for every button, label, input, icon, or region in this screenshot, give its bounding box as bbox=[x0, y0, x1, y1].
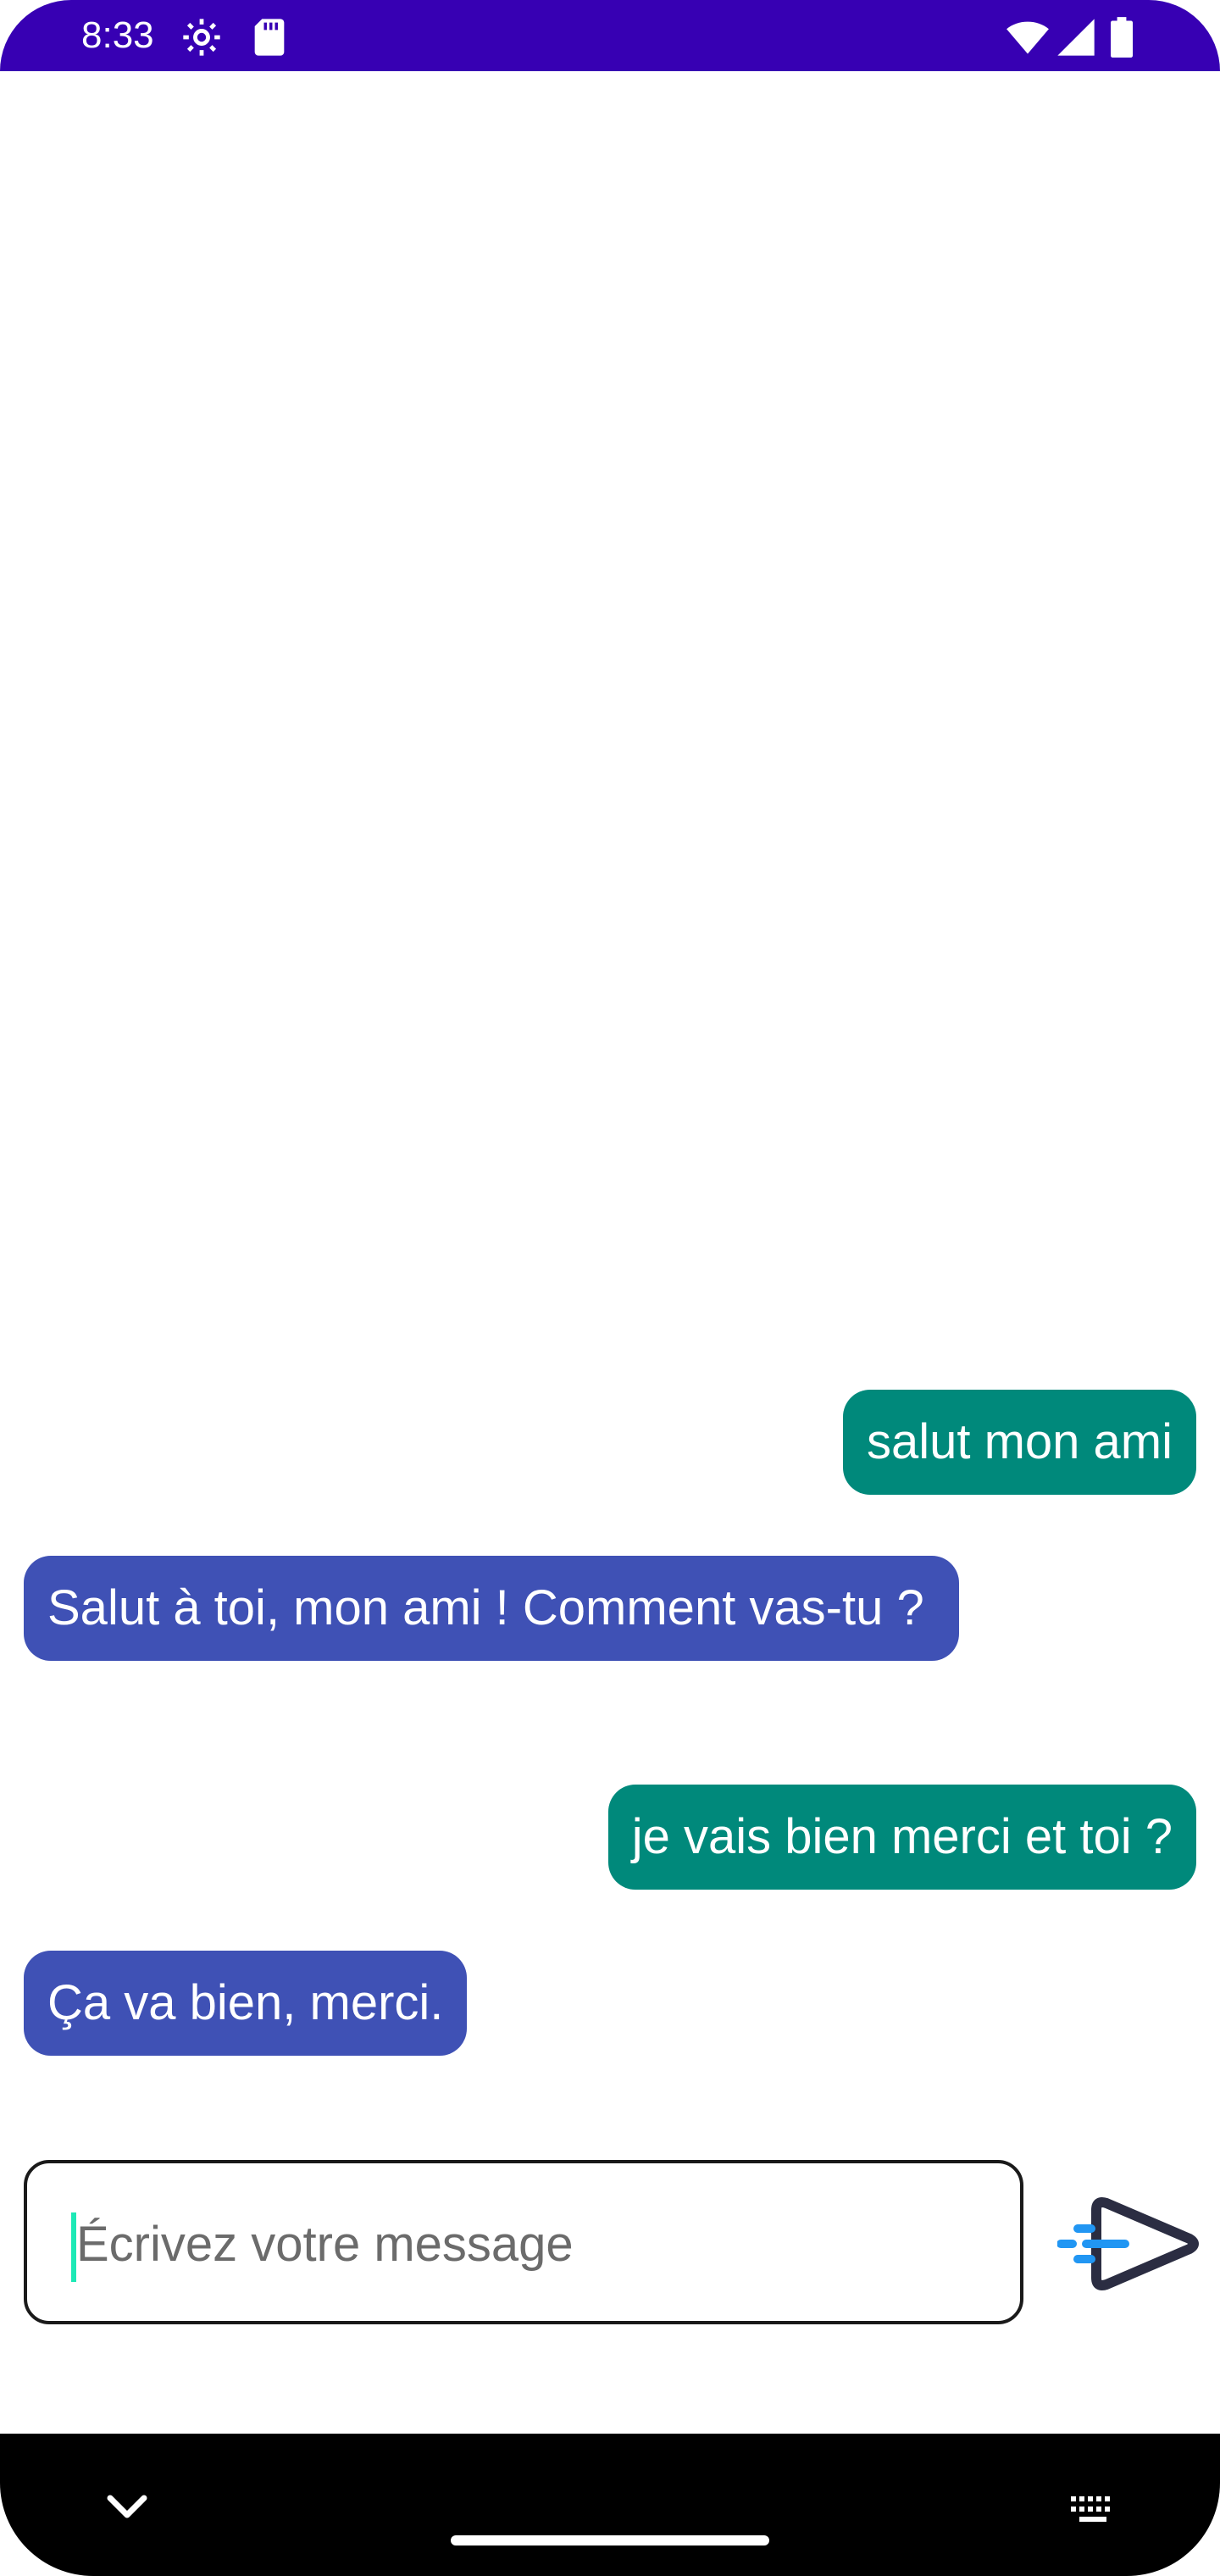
send-icon[interactable] bbox=[1057, 2186, 1200, 2301]
home-handle[interactable] bbox=[451, 2535, 769, 2545]
chat-message-list[interactable]: salut mon ami Salut à toi, mon ami ! Com… bbox=[0, 71, 1220, 2435]
message-text: je vais bien merci et toi ? bbox=[631, 1809, 1173, 1864]
message-text: salut mon ami bbox=[866, 1414, 1173, 1469]
navigation-bar bbox=[0, 2434, 1220, 2576]
message-input[interactable]: Écrivez votre message bbox=[24, 2160, 1023, 2324]
chevron-down-icon[interactable] bbox=[103, 2490, 151, 2523]
bot-message-bubble: Ça va bien, merci. bbox=[24, 1951, 468, 2056]
settings-gear-icon bbox=[183, 19, 220, 56]
user-message-bubble: je vais bien merci et toi ? bbox=[607, 1785, 1196, 1890]
battery-icon bbox=[1111, 17, 1133, 58]
user-message-bubble: salut mon ami bbox=[842, 1390, 1196, 1495]
bot-message-bubble: Salut à toi, mon ami ! Comment vas-tu ? bbox=[24, 1556, 959, 1661]
message-text: Ça va bien, merci. bbox=[47, 1975, 444, 2030]
keyboard-icon[interactable] bbox=[1069, 2493, 1117, 2527]
message-input-placeholder: Écrivez votre message bbox=[76, 2217, 574, 2272]
signal-icon bbox=[1057, 19, 1095, 56]
message-text: Salut à toi, mon ami ! Comment vas-tu ? bbox=[47, 1580, 924, 1635]
wifi-icon bbox=[1006, 21, 1049, 54]
status-time: 8:33 bbox=[81, 14, 154, 56]
status-bar: 8:33 bbox=[0, 0, 1220, 71]
sd-card-icon bbox=[254, 19, 285, 56]
